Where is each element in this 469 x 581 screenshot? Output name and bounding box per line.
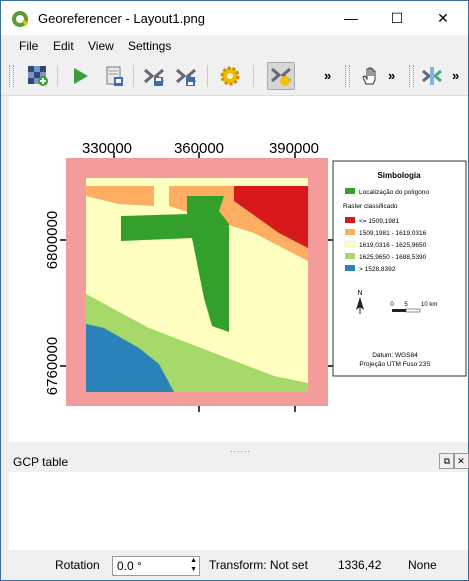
svg-text:10 km: 10 km (421, 302, 437, 308)
pan-icon (362, 67, 376, 85)
window-title: Georeferencer - Layout1.png (38, 11, 205, 26)
start-georeferencing-button[interactable] (67, 63, 93, 89)
legend-class-swatch (345, 253, 355, 259)
legend-title: Simbologia (377, 171, 421, 180)
menu-settings[interactable]: Settings (128, 39, 171, 53)
link-georeferencer-icon (422, 67, 442, 85)
legend-projection: Projeção UTM Fuso 23S (359, 361, 431, 368)
georeferencer-window: Georeferencer - Layout1.png — ☐ ✕ File E… (0, 0, 469, 581)
pan-button[interactable] (357, 63, 383, 89)
x-tick-label: 360000 (174, 140, 224, 157)
save-gcp-points-button[interactable] (173, 63, 199, 89)
main-window-edge (1, 442, 9, 550)
minimize-button[interactable]: — (328, 5, 374, 31)
menu-bar: File Edit View Settings (1, 35, 468, 57)
georeferenced-layout-image: 330000 360000 390000 6800000 6760000 Sim… (44, 140, 467, 412)
link-georeferencer-button[interactable] (419, 63, 445, 89)
crs-display[interactable]: None (408, 558, 437, 572)
svg-text:N: N (357, 290, 362, 297)
toolbar-separator (57, 65, 58, 87)
menu-edit[interactable]: Edit (53, 39, 74, 53)
raster-map (86, 178, 308, 392)
close-button[interactable]: ✕ (420, 5, 466, 31)
gcp-table-header: GCP table ⧉ ✕ (9, 452, 469, 472)
generate-gdal-script-icon (106, 66, 123, 86)
legend-class-swatch (345, 217, 355, 223)
status-bar: Rotation Transform: Not set 1336,42 None (1, 550, 468, 580)
toolbar-grip[interactable] (9, 65, 14, 87)
legend-box: Simbologia Localização do polígono Raste… (332, 160, 467, 377)
generate-gdal-script-button[interactable] (101, 63, 127, 89)
legend-class-label: 1625,9650 - 1688,5390 (359, 254, 427, 261)
open-raster-icon (28, 66, 48, 86)
transformation-settings-icon (220, 66, 240, 86)
legend-polygon-swatch (345, 188, 355, 194)
open-raster-button[interactable] (25, 63, 51, 89)
add-point-button[interactable] (267, 62, 295, 90)
rotation-spinbox[interactable]: 0.0 ° ▲ ▼ (112, 556, 200, 576)
legend-class-swatch (345, 229, 355, 235)
legend-class-label: <= 1509,1981 (359, 218, 400, 225)
toolbar-separator (253, 65, 254, 87)
rotation-value[interactable]: 0.0 ° (117, 559, 142, 573)
menu-view[interactable]: View (88, 39, 114, 53)
legend-class-label: 1509,1981 - 1619,0316 (359, 230, 427, 237)
legend-raster-title: Raster classificado (343, 203, 398, 210)
map-canvas[interactable]: 330000 360000 390000 6800000 6760000 Sim… (9, 96, 468, 442)
x-tick-label: 330000 (82, 140, 132, 157)
spin-down-icon[interactable]: ▼ (190, 566, 197, 574)
coordinates-display: 1336,42 (338, 558, 382, 572)
transformation-settings-button[interactable] (217, 63, 243, 89)
toolbar-separator (207, 65, 208, 87)
transform-status: Transform: Not set (209, 558, 308, 572)
x-tick-label: 390000 (269, 140, 319, 157)
title-bar: Georeferencer - Layout1.png — ☐ ✕ (1, 1, 468, 35)
gcp-table-title: GCP table (13, 455, 69, 469)
toolbar-grip[interactable] (409, 65, 414, 87)
menu-file[interactable]: File (19, 39, 38, 53)
legend-class-label: > 1528,8392 (359, 266, 396, 273)
add-point-icon (271, 67, 291, 86)
legend-class-swatch (344, 240, 356, 248)
legend-class-swatch (345, 265, 355, 271)
start-georeferencing-icon (74, 68, 88, 84)
legend-polygon-label: Localização do polígono (359, 189, 429, 196)
close-panel-button[interactable]: ✕ (453, 453, 469, 469)
load-gcp-points-icon (144, 68, 164, 86)
y-tick-label: 6800000 (44, 211, 61, 269)
toolbar-separator (133, 65, 134, 87)
save-gcp-points-icon (176, 68, 196, 86)
spin-up-icon[interactable]: ▲ (190, 557, 197, 565)
load-gcp-points-button[interactable] (141, 63, 167, 89)
toolbar-overflow-icon[interactable]: » (388, 68, 395, 83)
toolbar: » » » (1, 57, 468, 96)
legend-datum: Datum: WGS84 (372, 352, 418, 359)
toolbar-grip[interactable] (345, 65, 350, 87)
gcp-table[interactable] (9, 472, 468, 550)
y-tick-label: 6760000 (44, 337, 61, 395)
legend-class-label: 1619,0316 - 1625,9650 (359, 242, 427, 249)
rotation-label: Rotation (55, 558, 100, 572)
qgis-logo-icon (12, 11, 28, 27)
toolbar-overflow-icon[interactable]: » (324, 68, 331, 83)
maximize-button[interactable]: ☐ (374, 5, 420, 31)
toolbar-overflow-icon[interactable]: » (452, 68, 459, 83)
